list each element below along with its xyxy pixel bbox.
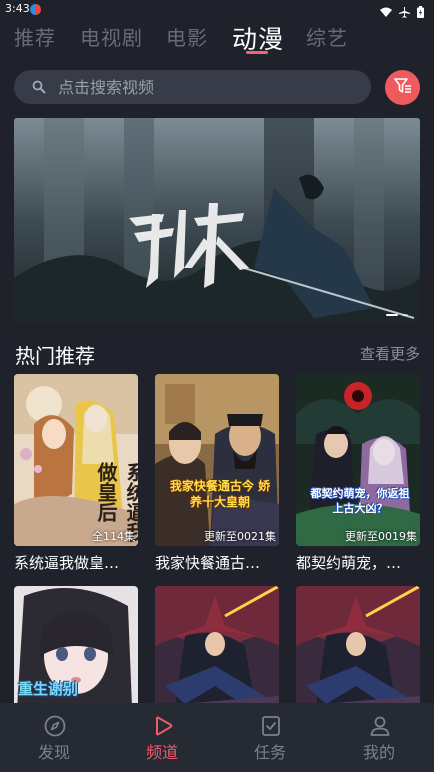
play-icon bbox=[152, 715, 174, 737]
user-icon bbox=[369, 715, 391, 737]
tab-recommend[interactable]: 推荐 bbox=[14, 22, 56, 51]
nav-label: 我的 bbox=[362, 743, 395, 762]
video-card[interactable]: 都契约萌宠，你返祖上古大凶？ 更新至0019集 都契约萌宠，… bbox=[296, 374, 420, 572]
card-title[interactable]: 系统逼我做皇… bbox=[14, 552, 138, 573]
card-title[interactable]: 我家快餐通古… bbox=[155, 552, 279, 573]
video-card[interactable]: 系统逼我做皇后 全114集 系统逼我做皇… bbox=[14, 374, 138, 572]
nav-label: 任务 bbox=[253, 743, 286, 762]
card-title[interactable]: 都契约萌宠，… bbox=[296, 552, 420, 573]
filter-button[interactable] bbox=[385, 70, 420, 105]
nav-label: 发现 bbox=[37, 743, 70, 762]
featured-banner[interactable] bbox=[14, 118, 420, 324]
episode-count: 全114集 bbox=[92, 530, 135, 543]
tab-movies[interactable]: 电影 bbox=[166, 22, 208, 51]
banner-artwork bbox=[14, 118, 420, 324]
nav-channel[interactable]: 频道 bbox=[112, 703, 212, 772]
status-time: 3:43 bbox=[5, 2, 30, 15]
cover-title-art: 重生谢别 bbox=[18, 680, 79, 698]
nav-discover[interactable]: 发现 bbox=[4, 703, 104, 772]
nav-profile[interactable]: 我的 bbox=[329, 703, 429, 772]
banner-dot bbox=[402, 314, 408, 316]
status-bar: 3:43 bbox=[0, 0, 434, 20]
banner-pagination bbox=[386, 314, 408, 316]
cover-image bbox=[296, 374, 420, 546]
tab-tv-series[interactable]: 电视剧 bbox=[80, 22, 143, 51]
cover-title-art: 我家快餐通古今 娇养十大皇朝 bbox=[169, 479, 271, 509]
card-cover[interactable]: 都契约萌宠，你返祖上古大凶？ 更新至0019集 bbox=[296, 374, 420, 546]
active-tab-indicator bbox=[246, 51, 268, 54]
search-icon bbox=[32, 79, 46, 94]
cover-image bbox=[155, 374, 279, 546]
category-tabs: 推荐 电视剧 电影 动漫 综艺 bbox=[0, 20, 434, 56]
episode-count: 更新至0019集 bbox=[345, 530, 417, 543]
search-input[interactable] bbox=[58, 70, 358, 104]
video-card[interactable]: 我家快餐通古今 娇养十大皇朝 更新至0021集 我家快餐通古… bbox=[155, 374, 279, 572]
bottom-navigation: 发现 频道 任务 我的 bbox=[0, 703, 434, 772]
nav-tasks[interactable]: 任务 bbox=[220, 703, 320, 772]
app-notification-icon bbox=[30, 4, 41, 15]
tab-variety[interactable]: 综艺 bbox=[306, 22, 348, 51]
cover-title-art: 都契约萌宠，你返祖上古大凶？ bbox=[310, 487, 410, 515]
task-icon bbox=[260, 715, 282, 737]
filter-icon bbox=[393, 77, 412, 99]
card-cover[interactable]: 系统逼我做皇后 全114集 bbox=[14, 374, 138, 546]
banner-dot-active bbox=[386, 314, 398, 316]
card-cover[interactable]: 我家快餐通古今 娇养十大皇朝 更新至0021集 bbox=[155, 374, 279, 546]
section-title: 热门推荐 bbox=[15, 344, 95, 368]
compass-icon bbox=[44, 715, 66, 737]
episode-count: 更新至0021集 bbox=[204, 530, 276, 543]
see-more-link[interactable]: 查看更多 bbox=[360, 343, 420, 364]
nav-label: 频道 bbox=[145, 743, 178, 762]
search-bar[interactable] bbox=[14, 70, 371, 104]
